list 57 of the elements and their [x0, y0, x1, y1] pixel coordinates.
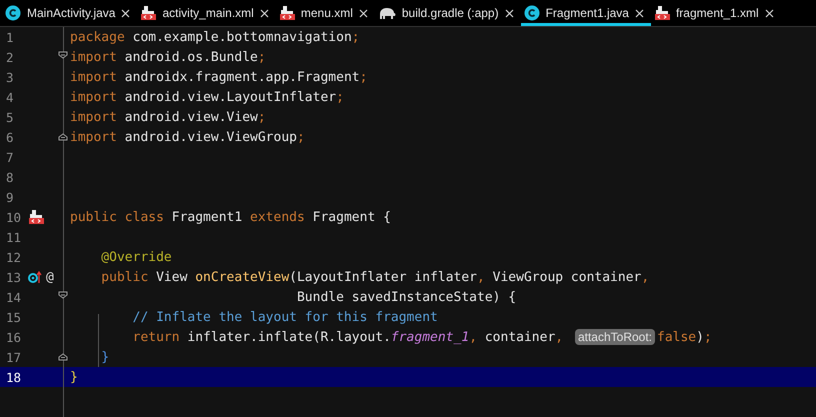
code-line: import androidx.fragment.app.Fragment;	[69, 70, 368, 84]
editor-tab[interactable]: Fragment1.java	[520, 0, 651, 26]
editor-tab[interactable]: fragment_1.xml	[650, 0, 781, 26]
line-number: 3	[5, 70, 15, 84]
code-line: import android.view.ViewGroup;	[69, 130, 305, 144]
line-number: 12	[5, 250, 22, 264]
line-number: 18	[5, 370, 22, 384]
close-icon[interactable]	[358, 8, 368, 18]
class-icon	[524, 5, 540, 21]
code-line: package com.example.bottomnavigation;	[69, 30, 360, 44]
close-icon[interactable]	[764, 8, 774, 18]
code-line: false);	[657, 330, 712, 344]
line-number: 17	[5, 350, 22, 364]
line-number: 2	[5, 50, 15, 64]
line-number: 5	[5, 110, 15, 124]
code-line: @Override	[100, 250, 172, 264]
fold-icon[interactable]	[58, 351, 68, 362]
code-line: import android.view.View;	[69, 110, 266, 124]
close-icon[interactable]	[121, 8, 130, 18]
elephant-icon	[378, 6, 396, 20]
code-line: }	[69, 370, 78, 384]
editor-tab[interactable]: menu.xml	[276, 0, 375, 26]
close-icon[interactable]	[634, 8, 644, 18]
annotation-marker[interactable]: @	[46, 270, 54, 284]
line-number: 6	[5, 130, 15, 144]
layout-file-icon[interactable]	[28, 209, 44, 225]
close-icon[interactable]	[504, 8, 514, 18]
code-line: Bundle savedInstanceState) {	[296, 290, 516, 304]
code-line: // Inflate the layout for this fragment	[132, 310, 438, 324]
layout-file-icon	[278, 5, 295, 21]
close-icon[interactable]	[260, 8, 269, 18]
line-number: 1	[5, 30, 15, 44]
line-number: 9	[5, 190, 15, 204]
line-number: 7	[5, 150, 15, 164]
code-line: import android.view.LayoutInflater;	[69, 90, 344, 104]
editor-tab[interactable]: MainActivity.java	[2, 0, 138, 26]
code-line: public View onCreateView(LayoutInflater inflater, ViewGroup container,	[100, 270, 650, 284]
fold-icon[interactable]	[58, 131, 68, 142]
code-line: }	[100, 350, 110, 364]
layout-file-icon	[654, 5, 670, 21]
editor-tab[interactable]: activity_main.xml	[137, 0, 276, 26]
parameter-hint: attachToRoot:	[574, 329, 655, 345]
line-number: 4	[5, 90, 15, 104]
line-number: 13	[5, 270, 22, 284]
code-line: return inflater.inflate(R.layout.fragment_1, container,	[132, 330, 564, 344]
override-icon[interactable]	[28, 270, 42, 284]
code-line: public class Fragment1 extends Fragment {	[69, 210, 391, 224]
editor-tab[interactable]: build.gradle (:app)	[374, 0, 521, 26]
layout-file-icon	[140, 5, 156, 21]
line-number: 14	[5, 290, 22, 304]
line-number: 15	[5, 310, 22, 324]
code-line: import android.os.Bundle;	[69, 50, 266, 64]
class-icon	[5, 5, 21, 21]
line-number: 8	[5, 170, 15, 184]
line-number: 16	[5, 330, 22, 344]
line-number: 11	[5, 230, 22, 244]
line-number: 10	[5, 210, 22, 224]
